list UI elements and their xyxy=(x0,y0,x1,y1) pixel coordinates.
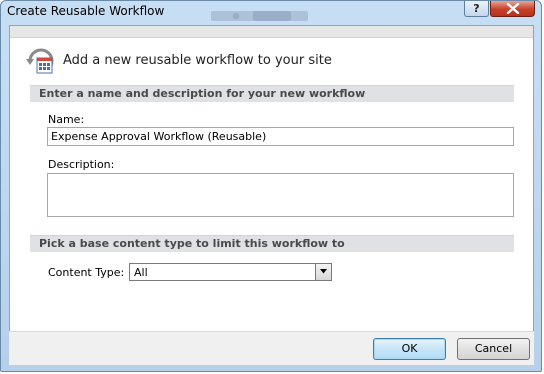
ok-button[interactable]: OK xyxy=(373,338,446,360)
background-blur xyxy=(253,11,308,21)
dropdown-button[interactable] xyxy=(315,264,331,280)
content-type-label: Content Type: xyxy=(48,266,125,279)
close-icon xyxy=(506,3,520,14)
title-bar[interactable]: Create Reusable Workflow ? xyxy=(1,1,541,23)
description-label: Description: xyxy=(48,158,115,171)
dialog-body: Add a new reusable workflow to your site… xyxy=(9,25,534,365)
content-type-value: All xyxy=(134,266,148,279)
dialog-window: Create Reusable Workflow ? Add a new reu… xyxy=(0,0,542,372)
workflow-icon xyxy=(26,48,54,74)
description-textarea[interactable] xyxy=(47,173,514,217)
dialog-footer xyxy=(9,331,534,365)
chevron-down-icon xyxy=(320,269,327,274)
close-button[interactable] xyxy=(490,1,535,17)
name-input[interactable] xyxy=(47,127,514,146)
window-title: Create Reusable Workflow xyxy=(7,4,165,18)
help-button[interactable]: ? xyxy=(464,1,489,17)
background-blur xyxy=(233,13,239,19)
cancel-button[interactable]: Cancel xyxy=(457,338,530,360)
dialog-header-bar xyxy=(10,26,533,38)
name-section-header: Enter a name and description for your ne… xyxy=(30,85,514,102)
dialog-heading: Add a new reusable workflow to your site xyxy=(63,53,332,68)
content-type-select[interactable]: All xyxy=(129,263,332,281)
content-type-section-header: Pick a base content type to limit this w… xyxy=(30,235,514,252)
name-label: Name: xyxy=(48,113,85,126)
